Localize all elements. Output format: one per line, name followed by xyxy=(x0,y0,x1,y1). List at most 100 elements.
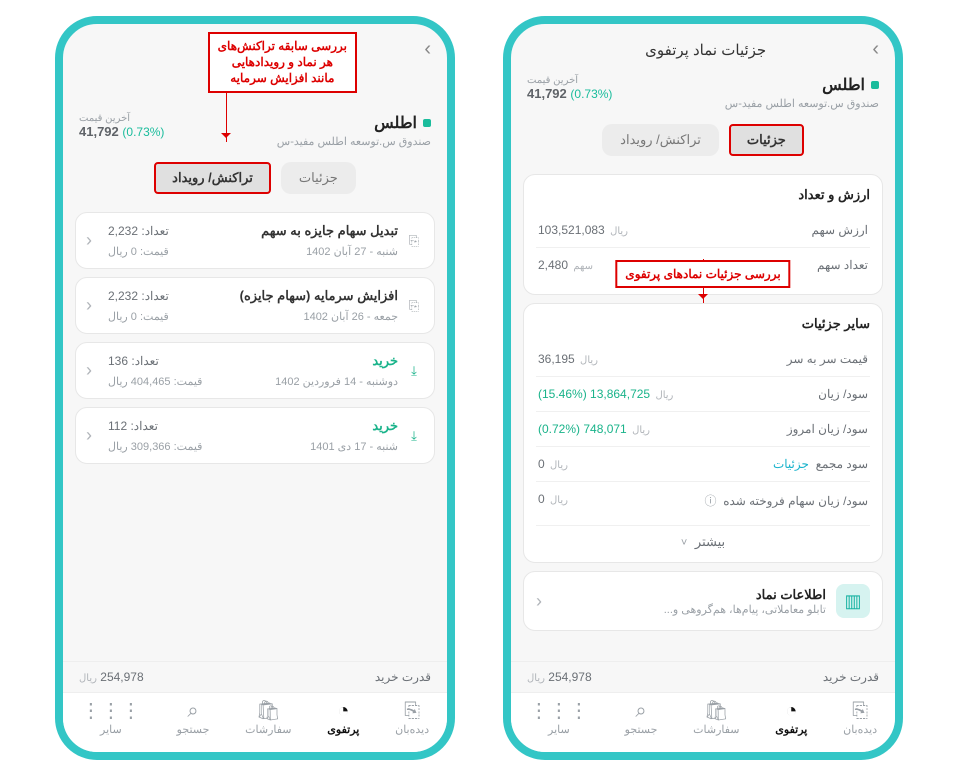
phone-transactions: بررسی سابقه تراکنش‌های هر نماد و رویداده… xyxy=(55,16,455,760)
row-pl: سود/ زیان (15.46%) 13,864,725 ریال xyxy=(536,376,870,411)
annotation-box: بررسی سابقه تراکنش‌های هر نماد و رویداده… xyxy=(208,32,357,93)
search-icon: ⌕ xyxy=(177,701,210,721)
content-scroll[interactable]: ارزش و تعداد ارزش سهم 103,521,083 ریال ت… xyxy=(511,166,895,661)
buy-icon: ⤓ xyxy=(404,428,424,444)
annotation-arrow-icon xyxy=(226,86,227,142)
row-key: سود/ زیان امروز xyxy=(787,422,868,436)
txn-count: تعداد: 136 xyxy=(108,354,202,368)
price-change-pct: (0.73%) xyxy=(570,87,612,101)
price-value: 41,792 xyxy=(527,86,567,101)
txn-title: تبدیل سهام جایزه به سهم xyxy=(175,223,398,239)
row-key: ارزش سهم xyxy=(812,223,868,237)
row-dividend: سود مجمع جزئیات 0 ریال xyxy=(536,446,870,481)
chevron-left-icon: ‹ xyxy=(86,360,102,381)
symbol-name: اطلس xyxy=(822,75,865,95)
more-icon: ⋮⋮⋮ xyxy=(81,701,141,721)
symbol-summary: اطلس صندوق س.توسعه اطلس مفید-س آخرین قیم… xyxy=(511,71,895,110)
tab-details[interactable]: جزئیات xyxy=(281,162,356,194)
bp-label: قدرت خرید xyxy=(375,670,431,684)
buying-power-row: قدرت خرید 254,978 ریال xyxy=(511,661,895,692)
back-icon[interactable]: › xyxy=(868,34,883,65)
portfolio-icon: ◔ xyxy=(775,701,807,721)
row-breakeven: قیمت سر به سر 36,195 ریال xyxy=(536,342,870,376)
txn-date: جمعه - 26 آبان 1402 xyxy=(175,310,398,323)
transaction-row[interactable]: ⤓ خرید تعداد: 136 ‹ دوشنبه - 14 فروردین … xyxy=(75,342,435,399)
nav-item-portfolio[interactable]: ◔پرتفوی xyxy=(327,701,359,736)
search-icon: ⌕ xyxy=(625,701,658,721)
transaction-row[interactable]: ⤓ خرید تعداد: 112 ‹ شنبه - 17 دی 1401 قی… xyxy=(75,407,435,464)
event-icon: ⎘ xyxy=(404,233,424,249)
orders-icon: 🛍 xyxy=(245,701,291,721)
price-label: آخرین قیمت xyxy=(79,113,164,124)
nav-item-more[interactable]: ⋮⋮⋮سایر xyxy=(529,701,589,736)
row-val: 36,195 ریال xyxy=(538,352,598,366)
transaction-row[interactable]: ⎘ تبدیل سهام جایزه به سهم تعداد: 2,232 ‹… xyxy=(75,212,435,269)
txn-count: تعداد: 2,232 xyxy=(108,224,169,238)
row-sold-pl: سود/ زیان سهام فروخته شده ⓘ 0 ریال xyxy=(536,481,870,519)
more-icon: ⋮⋮⋮ xyxy=(529,701,589,721)
card-symbol-info[interactable]: ▥ اطلاعات نماد تابلو معاملاتی، پیام‌ها، … xyxy=(523,571,883,631)
row-val: 103,521,083 ریال xyxy=(538,223,628,237)
header-title: جزئیات نماد پرتفوی xyxy=(551,41,860,59)
info-sub: تابلو معاملاتی، پیام‌ها، هم‌گروهی و... xyxy=(664,603,826,616)
bottom-nav: ⎘دیده‌بان ◔پرتفوی 🛍سفارشات ⌕جستجو ⋮⋮⋮سای… xyxy=(511,692,895,752)
symbol-name: اطلس xyxy=(374,113,417,133)
chevron-left-icon: ‹ xyxy=(86,425,102,446)
nav-item-search[interactable]: ⌕جستجو xyxy=(177,701,210,736)
annotation-box: بررسی جزئیات نمادهای پرتفوی xyxy=(615,260,790,288)
bottom-nav: ⎘دیده‌بان ◔پرتفوی 🛍سفارشات ⌕جستجو ⋮⋮⋮سای… xyxy=(63,692,447,752)
content-scroll[interactable]: ⎘ تبدیل سهام جایزه به سهم تعداد: 2,232 ‹… xyxy=(63,204,447,661)
txn-price: قیمت: 0 ریال xyxy=(108,245,169,258)
row-val: (0.72%) 748,071 ریال xyxy=(538,422,650,436)
buying-power-row: قدرت خرید 254,978 ریال xyxy=(63,661,447,692)
card-other-details: بررسی جزئیات نمادهای پرتفوی سایر جزئیات … xyxy=(523,303,883,563)
symbol-desc: صندوق س.توسعه اطلس مفید-س xyxy=(277,135,431,148)
symbol-summary: اطلس صندوق س.توسعه اطلس مفید-س آخرین قیم… xyxy=(63,109,447,148)
tab-events[interactable]: تراکنش/ رویداد xyxy=(602,124,719,156)
header: › جزئیات نماد پرتفوی xyxy=(511,24,895,71)
txn-price: قیمت: 0 ریال xyxy=(108,310,169,323)
txn-price: قیمت: 309,366 ریال xyxy=(108,440,202,453)
tab-details[interactable]: جزئیات xyxy=(729,124,804,156)
transaction-row[interactable]: ⎘ افزایش سرمایه (سهام جایزه) تعداد: 2,23… xyxy=(75,277,435,334)
status-dot-icon xyxy=(423,119,431,127)
help-icon[interactable]: ⓘ xyxy=(705,494,717,508)
row-key: تعداد سهم xyxy=(817,258,868,272)
tab-events[interactable]: تراکنش/ رویداد xyxy=(154,162,271,194)
chevron-left-icon: ‹ xyxy=(86,230,102,251)
bp-label: قدرت خرید xyxy=(823,670,879,684)
bp-value: 254,978 ریال xyxy=(79,670,144,684)
nav-item-orders[interactable]: 🛍سفارشات xyxy=(245,701,291,736)
row-key: سود مجمع جزئیات xyxy=(773,457,868,471)
chevron-down-icon: ˅ xyxy=(681,537,687,549)
txn-count: تعداد: 2,232 xyxy=(108,289,169,303)
back-icon[interactable]: › xyxy=(420,34,435,65)
row-key: سود/ زیان xyxy=(818,387,868,401)
nav-item-search[interactable]: ⌕جستجو xyxy=(625,701,658,736)
txn-title: خرید xyxy=(208,353,398,369)
watch-icon: ⎘ xyxy=(395,701,429,721)
more-button[interactable]: بیشتر ˅ xyxy=(536,525,870,550)
phone-details: › جزئیات نماد پرتفوی اطلس صندوق س.توسعه … xyxy=(503,16,903,760)
nav-item-portfolio[interactable]: ◔پرتفوی xyxy=(775,701,807,736)
nav-item-orders[interactable]: 🛍سفارشات xyxy=(693,701,739,736)
row-val: (15.46%) 13,864,725 ریال xyxy=(538,387,673,401)
price-change-pct: (0.73%) xyxy=(122,125,164,139)
row-key: قیمت سر به سر xyxy=(787,352,868,366)
txn-price: قیمت: 404,465 ریال xyxy=(108,375,202,388)
dividend-details-link[interactable]: جزئیات xyxy=(773,457,809,471)
nav-item-watch[interactable]: ⎘دیده‌بان xyxy=(843,701,877,736)
nav-item-more[interactable]: ⋮⋮⋮سایر xyxy=(81,701,141,736)
nav-item-watch[interactable]: ⎘دیده‌بان xyxy=(395,701,429,736)
row-key: سود/ زیان سهام فروخته شده ⓘ xyxy=(705,492,869,509)
status-dot-icon xyxy=(871,81,879,89)
card-title: سایر جزئیات xyxy=(536,316,870,332)
row-pl-today: سود/ زیان امروز (0.72%) 748,071 ریال xyxy=(536,411,870,446)
symbol-desc: صندوق س.توسعه اطلس مفید-س xyxy=(725,97,879,110)
orders-icon: 🛍 xyxy=(693,701,739,721)
view-tabs: جزئیات تراکنش/ رویداد xyxy=(511,124,895,156)
event-icon: ⎘ xyxy=(404,298,424,314)
txn-count: تعداد: 112 xyxy=(108,419,202,433)
price-label: آخرین قیمت xyxy=(527,75,612,86)
txn-date: شنبه - 17 دی 1401 xyxy=(208,440,398,453)
